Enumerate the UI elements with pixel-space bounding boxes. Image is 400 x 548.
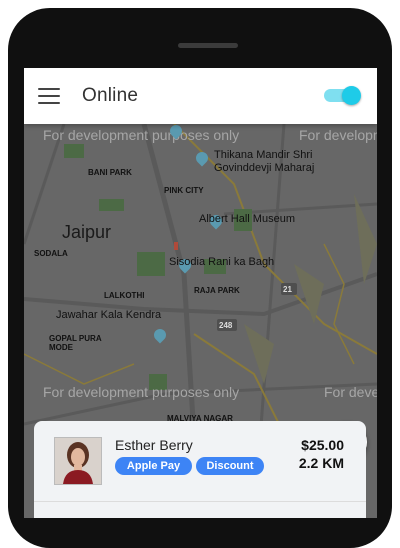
trip-distance: 2.2 KM bbox=[298, 455, 344, 471]
place-label: Thikana Mandir Shri bbox=[214, 149, 313, 161]
app-bar: Online bbox=[24, 68, 377, 124]
place-label: Govinddevji Maharaj bbox=[214, 162, 315, 174]
fare-amount: $25.00 bbox=[301, 437, 344, 453]
hamburger-menu-icon[interactable] bbox=[38, 88, 60, 104]
area-label: LALKOTHI bbox=[104, 291, 145, 300]
area-label: GOPAL PURA MODE bbox=[49, 334, 102, 352]
city-label: Jaipur bbox=[62, 222, 112, 242]
ride-request-card[interactable]: Esther Berry Apple Pay Discount $25.00 2… bbox=[34, 421, 366, 518]
place-label: Jawahar Kala Kendra bbox=[56, 309, 162, 321]
place-label: Sisodia Rani ka Bagh bbox=[169, 256, 275, 268]
discount-tag-chip[interactable]: Discount bbox=[196, 457, 264, 475]
customer-avatar bbox=[54, 437, 102, 485]
payment-tag-chip[interactable]: Apple Pay bbox=[115, 457, 192, 475]
area-label: BANI PARK bbox=[88, 168, 132, 177]
area-label: SODALA bbox=[34, 249, 68, 258]
card-divider bbox=[34, 501, 366, 502]
toggle-thumb bbox=[342, 86, 361, 105]
dev-watermark-bottom-right: For development purposes only bbox=[324, 384, 377, 400]
online-toggle[interactable] bbox=[324, 86, 361, 105]
place-label: Albert Hall Museum bbox=[199, 213, 295, 225]
customer-photo bbox=[55, 438, 101, 484]
app-screen: Online For development purposes only For… bbox=[24, 68, 377, 518]
phone-speaker bbox=[178, 43, 238, 48]
dev-watermark-top-right: For development purposes only bbox=[299, 127, 377, 143]
area-label: RAJA PARK bbox=[194, 286, 240, 295]
status-title: Online bbox=[82, 85, 139, 106]
dev-watermark-top: For development purposes only bbox=[43, 127, 240, 143]
road-shield-label: 21 bbox=[283, 285, 292, 294]
dev-watermark-bottom: For development purposes only bbox=[43, 384, 240, 400]
customer-name: Esther Berry bbox=[115, 437, 193, 453]
road-shield-label: 248 bbox=[219, 321, 233, 330]
area-label: PINK CITY bbox=[164, 186, 204, 195]
